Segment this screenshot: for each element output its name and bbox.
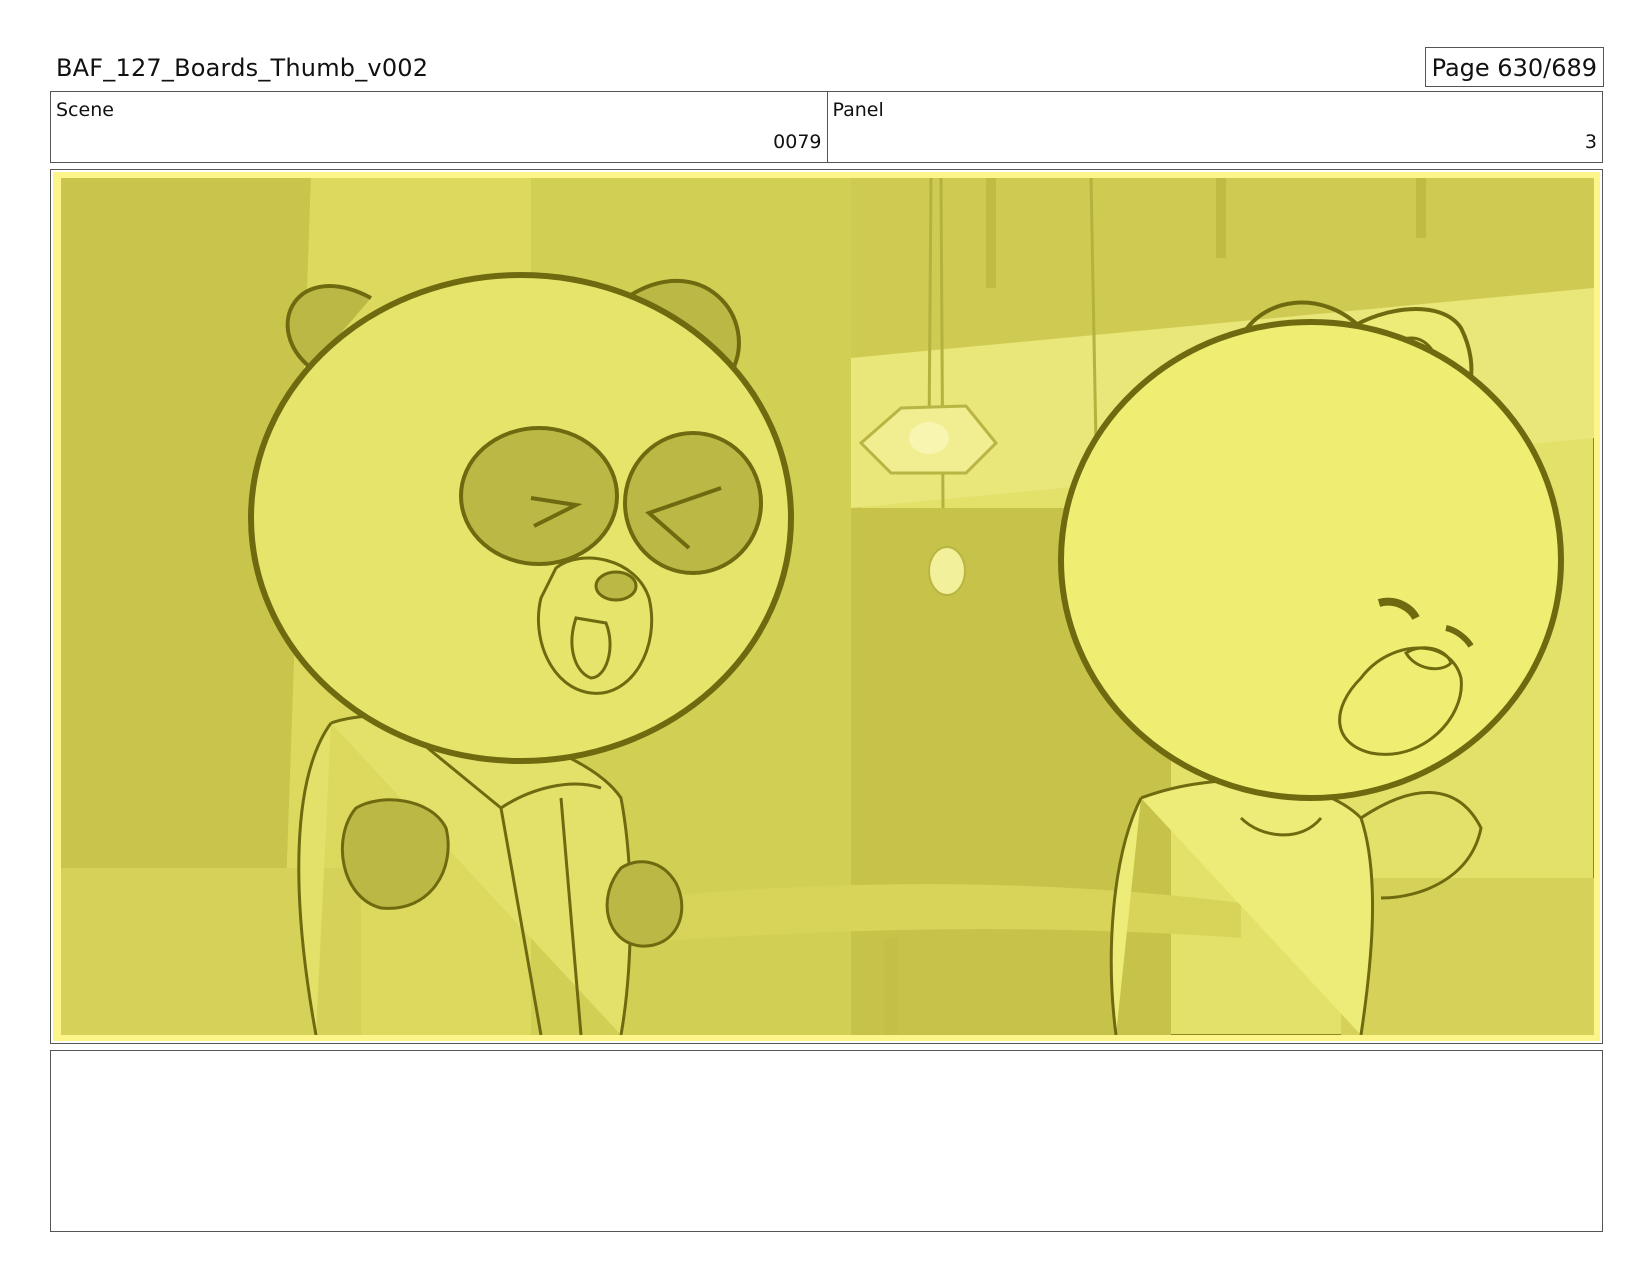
- panel-value: 3: [1584, 131, 1597, 153]
- scene-panel-info: Scene 0079 Panel 3: [50, 91, 1603, 163]
- scene-cell: Scene 0079: [51, 92, 827, 162]
- storyboard-sketch-image: [61, 178, 1594, 1035]
- panel-cell: Panel 3: [826, 92, 1603, 162]
- page-number: Page 630/689: [1424, 47, 1604, 87]
- notes-area: [50, 1050, 1603, 1232]
- scene-value: 0079: [773, 131, 822, 153]
- document-title: BAF_127_Boards_Thumb_v002: [56, 54, 429, 82]
- storyboard-frame-inner: [53, 172, 1600, 1041]
- scene-label: Scene: [56, 99, 114, 121]
- panel-label: Panel: [832, 99, 884, 121]
- storyboard-frame: [50, 169, 1603, 1044]
